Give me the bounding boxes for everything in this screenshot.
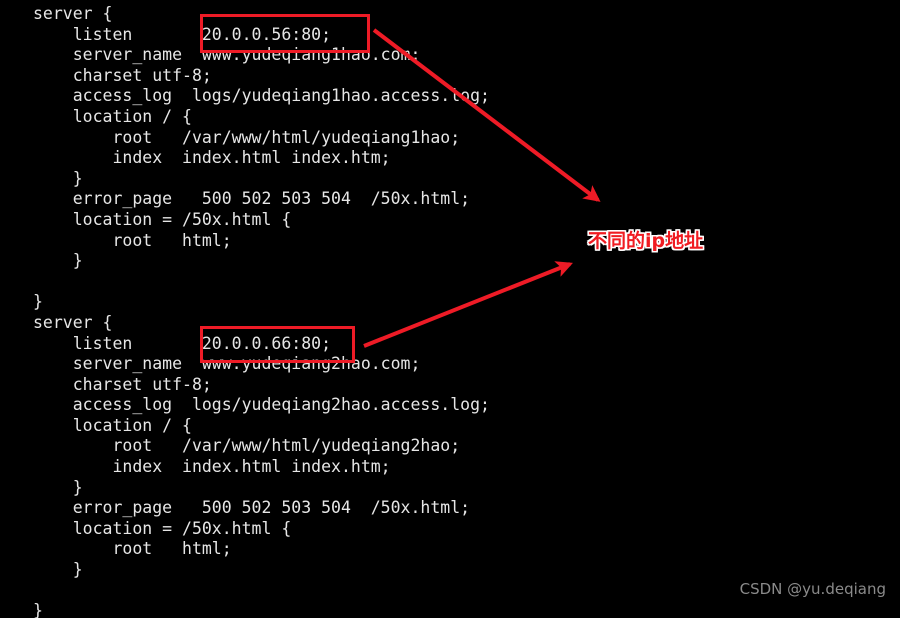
- code-line: location = /50x.html {: [33, 209, 292, 229]
- code-line: }: [33, 292, 43, 312]
- code-line: }: [33, 560, 83, 580]
- code-line: listen 20.0.0.66:80;: [33, 333, 332, 353]
- code-line: server_name www.yudeqiang2hao.com;: [33, 354, 421, 374]
- code-line: }: [33, 601, 43, 618]
- nginx-config-code-block: server { listen 20.0.0.56:80; server_nam…: [0, 0, 900, 618]
- code-line: listen 20.0.0.56:80;: [33, 24, 332, 44]
- code-line: location / {: [33, 106, 192, 126]
- code-line: }: [33, 251, 83, 271]
- code-line: index index.html index.htm;: [33, 457, 391, 477]
- code-line: root html;: [33, 230, 232, 250]
- code-line: root /var/www/html/yudeqiang2hao;: [33, 436, 461, 456]
- code-line: access_log logs/yudeqiang2hao.access.log…: [33, 395, 490, 415]
- terminal-screenshot: server { listen 20.0.0.56:80; server_nam…: [0, 0, 900, 618]
- code-line: }: [33, 168, 83, 188]
- code-line: server_name www.yudeqiang1hao.com;: [33, 45, 421, 65]
- code-line: root /var/www/html/yudeqiang1hao;: [33, 127, 461, 147]
- annotation-label-different-ip: 不同的ip地址: [588, 230, 704, 252]
- code-line: location = /50x.html {: [33, 518, 292, 538]
- code-line: error_page 500 502 503 504 /50x.html;: [33, 189, 471, 209]
- csdn-watermark: CSDN @yu.deqiang: [739, 580, 886, 598]
- code-line: index index.html index.htm;: [33, 148, 391, 168]
- code-line: }: [33, 477, 83, 497]
- code-line: charset utf-8;: [33, 374, 212, 394]
- code-line: location / {: [33, 415, 192, 435]
- code-line: charset utf-8;: [33, 65, 212, 85]
- code-line: access_log logs/yudeqiang1hao.access.log…: [33, 86, 490, 106]
- code-line: root html;: [33, 539, 232, 559]
- code-line: server {: [33, 4, 113, 23]
- code-line: server {: [33, 312, 113, 332]
- code-line: error_page 500 502 503 504 /50x.html;: [33, 498, 471, 518]
